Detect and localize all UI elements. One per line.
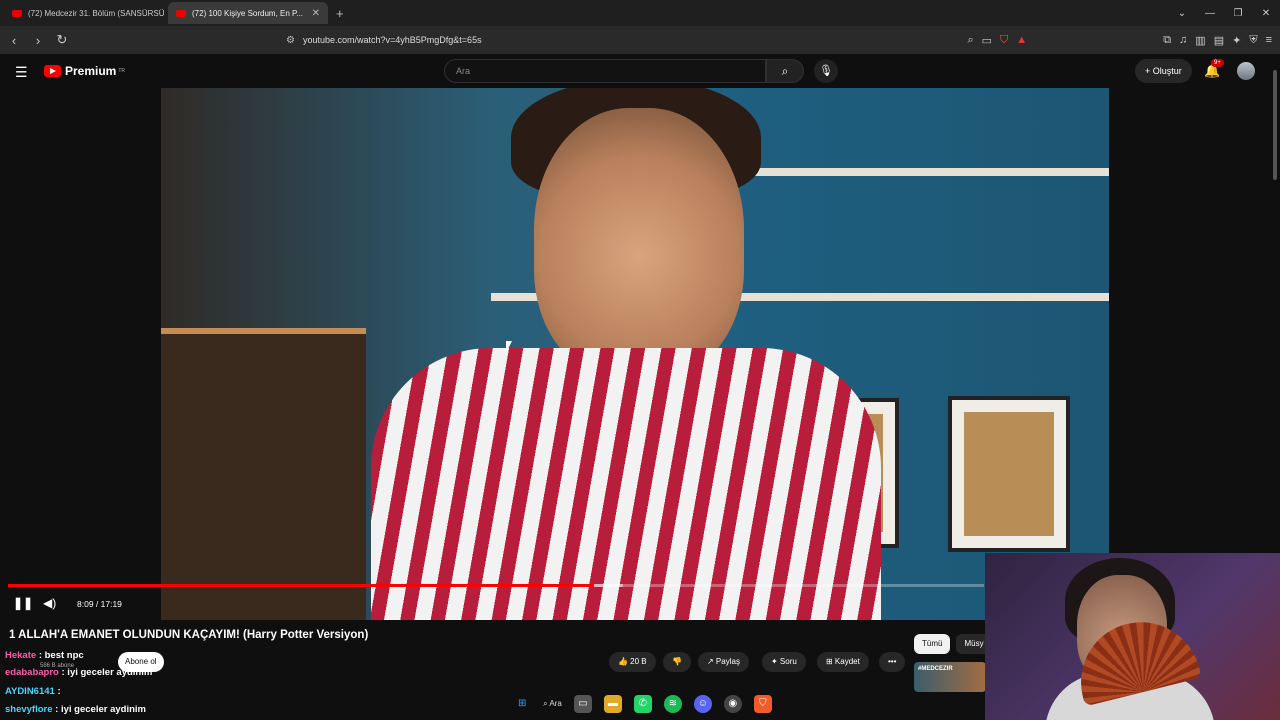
file-explorer-icon[interactable]: ▬ bbox=[603, 695, 622, 713]
spotify-icon[interactable]: ≋ bbox=[663, 695, 682, 713]
tab-close-icon[interactable]: ✕ bbox=[312, 8, 320, 19]
notifications-button[interactable]: 🔔 9+ bbox=[1204, 59, 1224, 79]
obs-icon[interactable]: ◉ bbox=[723, 695, 742, 713]
video-frame-poster bbox=[948, 396, 1070, 552]
address-bar: ‹ › ↻ ⚙ youtube.com/watch?v=4yhB5PmgDfg&… bbox=[0, 26, 1280, 54]
wallet-icon[interactable]: ▤ bbox=[1214, 34, 1224, 47]
menu-icon[interactable]: ≡ bbox=[1266, 34, 1272, 46]
youtube-favicon-icon bbox=[12, 9, 22, 17]
minimize-icon[interactable]: — bbox=[1196, 8, 1224, 19]
time-display: 8:09 / 17:19 bbox=[77, 599, 122, 609]
browser-tab-bar: (72) Medcezir 31. Bölüm (SANSÜRSÜ (72) 1… bbox=[0, 0, 1280, 26]
create-button[interactable]: + Oluştur bbox=[1135, 59, 1192, 83]
tab-title: (72) 100 Kişiye Sordum, En P... bbox=[192, 8, 304, 18]
chip-all[interactable]: Tümü bbox=[914, 634, 951, 654]
cast-icon[interactable]: ▭ bbox=[982, 34, 992, 47]
youtube-favicon-icon bbox=[176, 9, 186, 17]
video-frame-bookcase bbox=[161, 328, 366, 620]
more-actions-button[interactable]: ••• bbox=[879, 652, 906, 672]
video-player[interactable] bbox=[161, 88, 1109, 620]
chat-text: : iyi geceler aydinim bbox=[61, 667, 153, 678]
brave-browser-icon[interactable]: ⛉ bbox=[753, 695, 772, 713]
taskbar-search[interactable]: ⌕ Ara bbox=[543, 699, 562, 709]
video-title: 1 ALLAH'A EMANET OLUNDUN KAÇAYIM! (Harry… bbox=[9, 629, 369, 641]
logo-region: TR bbox=[118, 68, 126, 74]
task-view-icon[interactable]: ▭ bbox=[573, 695, 592, 713]
video-frame-shelf bbox=[736, 168, 1109, 176]
recommendation-chips: Tümü Müsy bbox=[914, 634, 992, 654]
sidebar-icon[interactable]: ▥ bbox=[1195, 34, 1205, 47]
brave-shield-icon[interactable]: ⛉ bbox=[1000, 34, 1008, 47]
window-controls: ⌄ — ❐ ✕ bbox=[1168, 0, 1280, 26]
back-icon[interactable]: ‹ bbox=[4, 33, 24, 48]
dislike-button[interactable]: 👎 bbox=[663, 652, 691, 672]
music-icon[interactable]: ♫ bbox=[1179, 34, 1187, 46]
site-info-icon[interactable]: ⚙ bbox=[286, 35, 295, 46]
leo-icon[interactable]: ✦ bbox=[1232, 34, 1241, 47]
restore-icon[interactable]: ❐ bbox=[1224, 8, 1252, 19]
progress-bar[interactable] bbox=[8, 584, 984, 587]
search-icon: ⌕ bbox=[781, 64, 789, 78]
mouse-cursor-icon bbox=[506, 341, 512, 353]
webcam-overlay bbox=[985, 553, 1280, 720]
share-button[interactable]: ↗ Paylaş bbox=[698, 652, 749, 672]
whatsapp-icon[interactable]: ✆ bbox=[633, 695, 652, 713]
youtube-premium-logo[interactable]: Premium TR bbox=[44, 64, 125, 78]
page-scrollbar[interactable] bbox=[1270, 54, 1280, 553]
chat-message: Hekate : best npc bbox=[5, 650, 84, 661]
search-input[interactable]: Ara bbox=[444, 59, 766, 83]
youtube-header: ☰ Premium TR Ara ⌕ 🎙 + Oluştur 🔔 9+ bbox=[0, 54, 1280, 88]
volume-icon[interactable]: ◀) bbox=[43, 596, 56, 610]
taskbar: ⊞ ⌕ Ara ▭ ▬ ✆ ≋ ☺ ◉ ⛉ bbox=[0, 688, 985, 720]
avatar[interactable] bbox=[1237, 62, 1255, 80]
taskbar-search-label: Ara bbox=[549, 699, 562, 708]
url-text[interactable]: youtube.com/watch?v=4yhB5PmgDfg&t=65s bbox=[303, 35, 482, 45]
microphone-icon: 🎙 bbox=[819, 65, 833, 77]
like-button[interactable]: 👍 20 B bbox=[609, 652, 656, 672]
hamburger-menu-icon[interactable]: ☰ bbox=[15, 64, 28, 81]
rewards-icon[interactable]: ▲ bbox=[1016, 34, 1027, 46]
search-button[interactable]: ⌕ bbox=[766, 59, 804, 83]
scrollbar-thumb[interactable] bbox=[1273, 70, 1277, 180]
discord-icon[interactable]: ☺ bbox=[693, 695, 712, 713]
close-window-icon[interactable]: ✕ bbox=[1252, 8, 1280, 19]
tab-title: (72) Medcezir 31. Bölüm (SANSÜRSÜ bbox=[28, 8, 164, 18]
logo-text: Premium bbox=[65, 64, 117, 78]
voice-search-button[interactable]: 🎙 bbox=[814, 59, 838, 83]
windows-start-icon[interactable]: ⊞ bbox=[513, 695, 531, 713]
zoom-icon[interactable]: ⌕ bbox=[967, 34, 973, 47]
extensions-icon[interactable]: ⧉ bbox=[1163, 34, 1171, 47]
chat-text: : best npc bbox=[38, 650, 84, 661]
forward-icon[interactable]: › bbox=[28, 33, 48, 48]
ask-button[interactable]: ✦ Soru bbox=[762, 652, 806, 672]
chat-user: edababapro bbox=[5, 667, 59, 678]
tab-100-kisiye[interactable]: (72) 100 Kişiye Sordum, En P... ✕ bbox=[168, 2, 328, 24]
extension-icons: ⌕ ▭ ⛉ ▲ ⧉ ♫ ▥ ▤ ✦ ⛨ ≡ bbox=[967, 26, 1272, 54]
url-box[interactable]: ⚙ youtube.com/watch?v=4yhB5PmgDfg&t=65s bbox=[250, 29, 1000, 51]
save-button[interactable]: ⊞ Kaydet bbox=[817, 652, 869, 672]
chat-message: edababapro : iyi geceler aydinim bbox=[5, 667, 152, 678]
player-controls: ❚❚ ◀) 8:09 / 17:19 bbox=[0, 580, 984, 620]
youtube-play-icon bbox=[44, 65, 61, 77]
vpn-icon[interactable]: ⛨ bbox=[1249, 34, 1257, 47]
new-tab-button[interactable]: + bbox=[336, 6, 344, 21]
reload-icon[interactable]: ↻ bbox=[52, 32, 72, 48]
tab-list-icon[interactable]: ⌄ bbox=[1168, 8, 1196, 19]
pause-icon[interactable]: ❚❚ bbox=[13, 596, 33, 610]
tab-medcezir[interactable]: (72) Medcezir 31. Bölüm (SANSÜRSÜ bbox=[4, 2, 164, 24]
video-frame-face bbox=[534, 108, 744, 378]
played-bar bbox=[8, 584, 594, 587]
chat-user: Hekate bbox=[5, 650, 37, 661]
notifications-badge: 9+ bbox=[1211, 59, 1224, 67]
